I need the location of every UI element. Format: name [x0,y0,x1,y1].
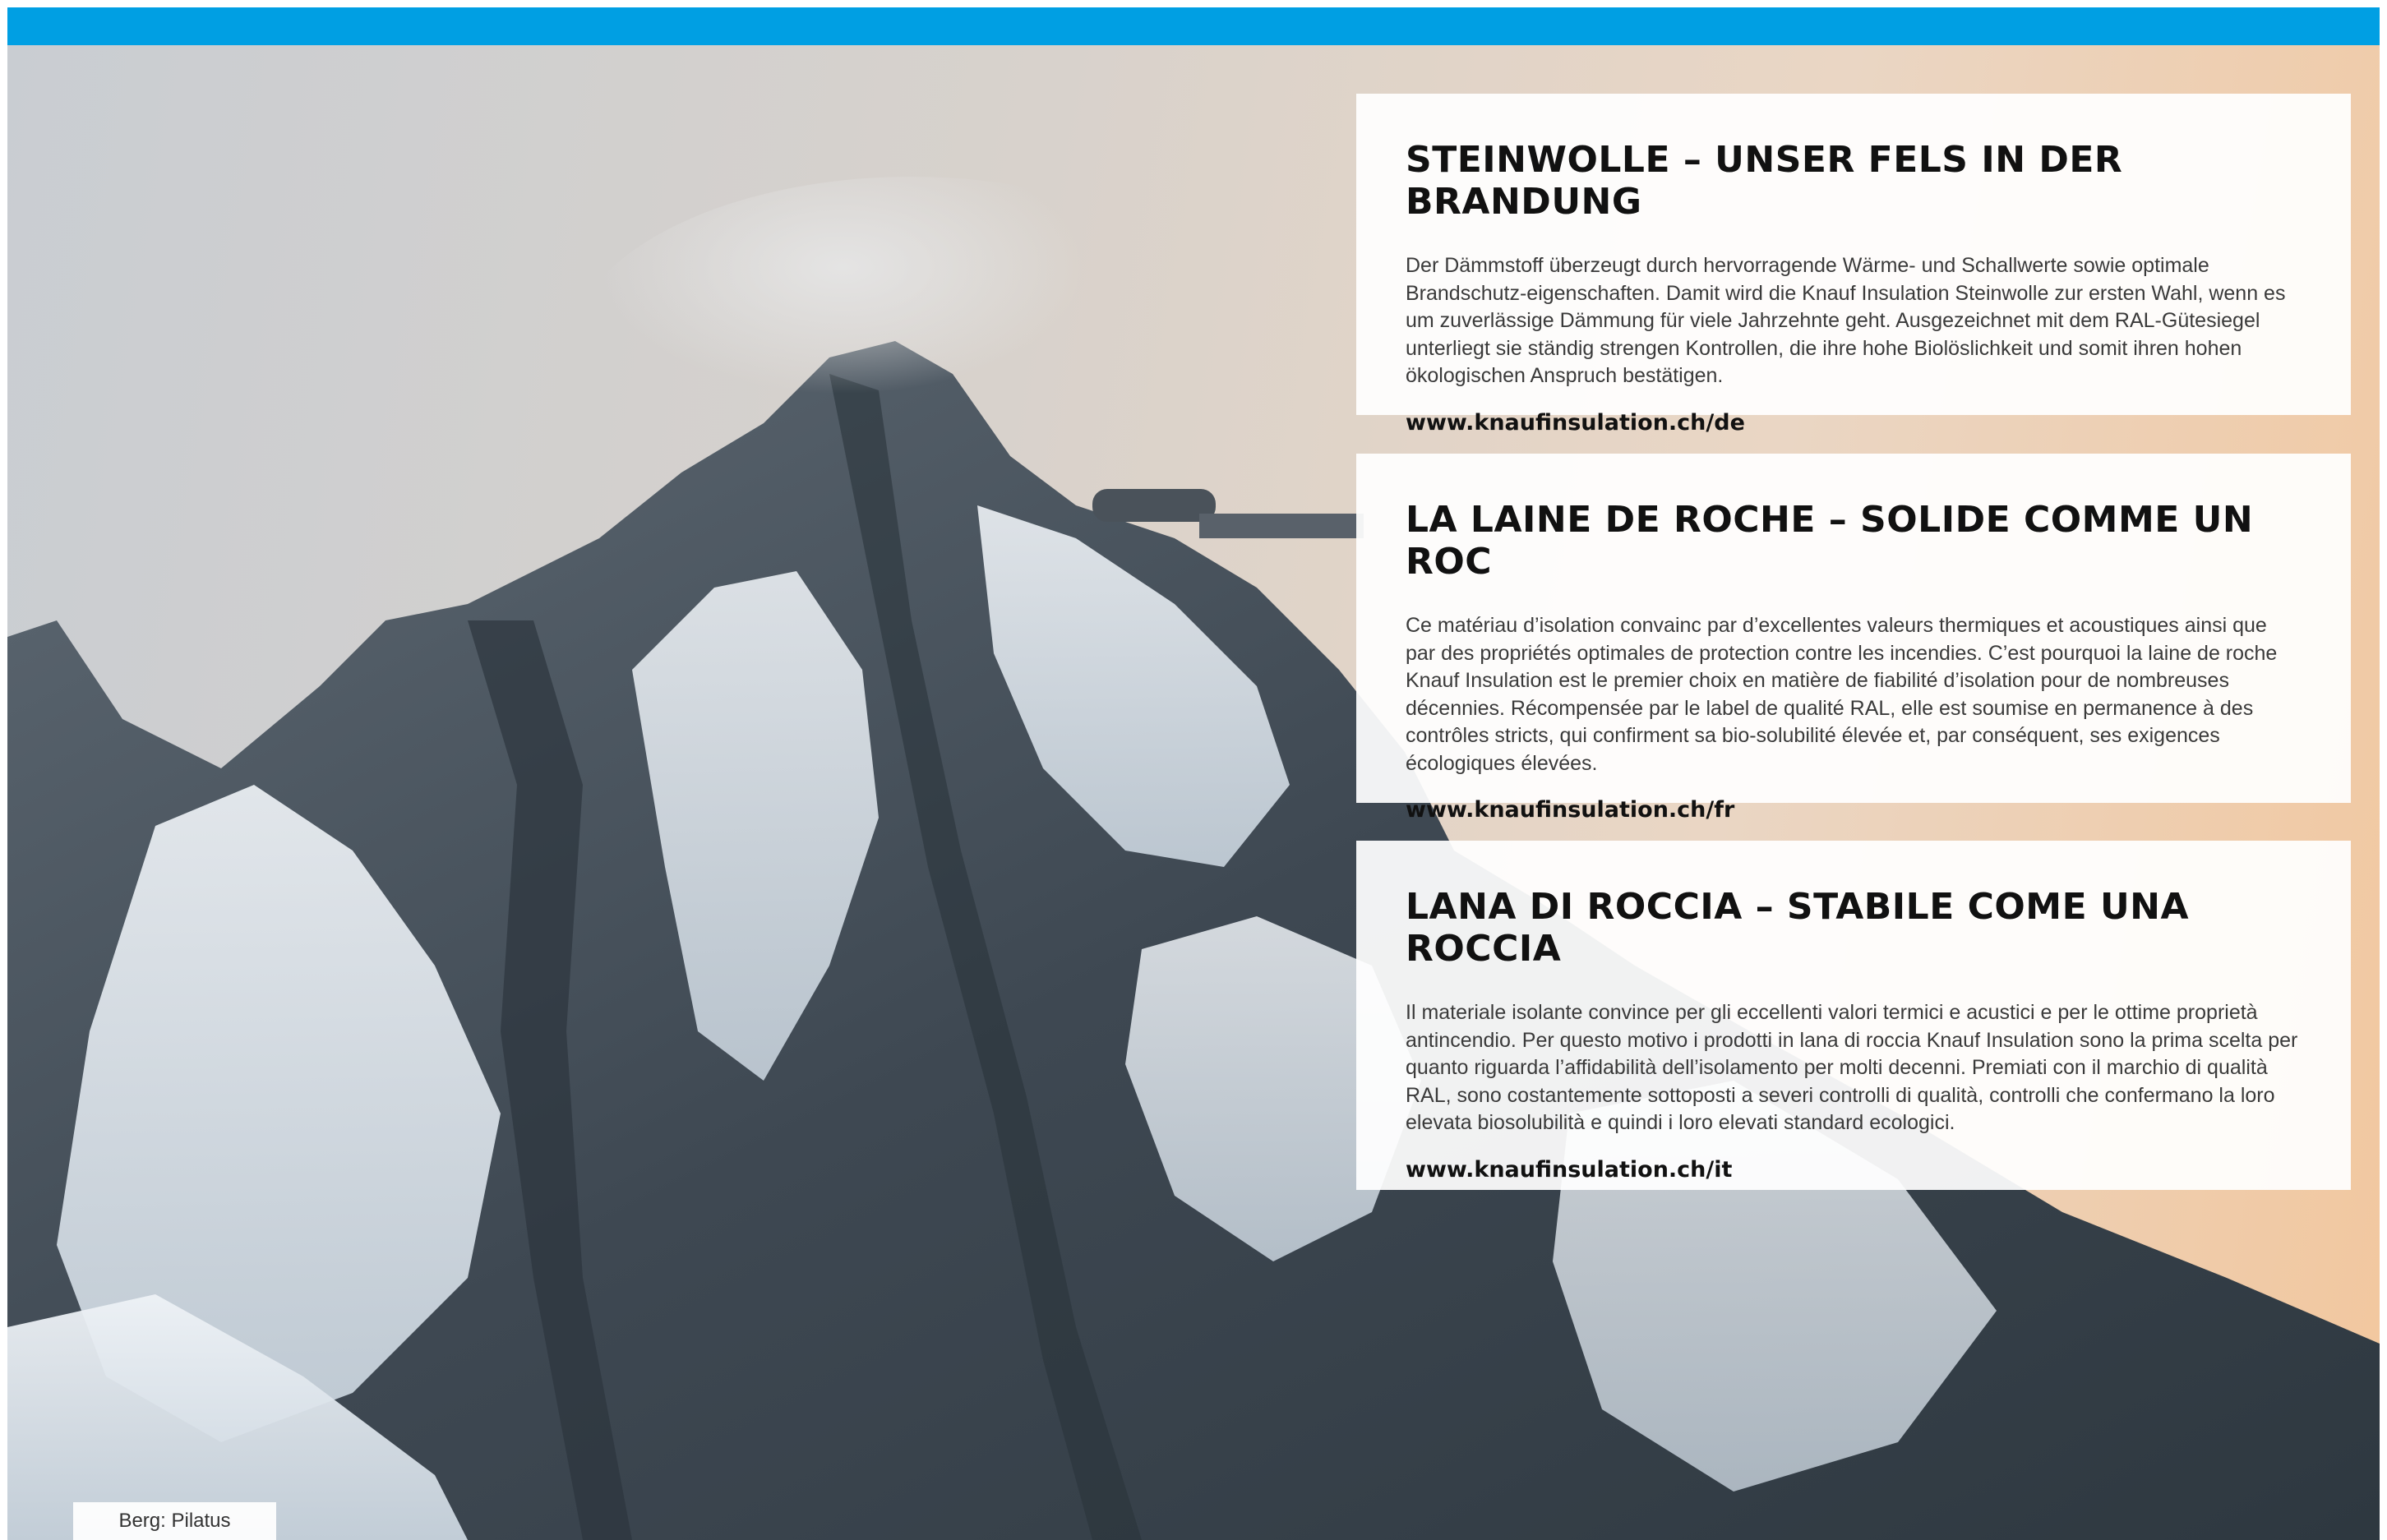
brochure-page: STEINWOLLE – UNSER FELS IN DER BRANDUNG … [7,7,2380,1540]
section-body: Il materiale isolante convince per gli e… [1406,1001,2298,1135]
website-link-fr[interactable]: www.knaufinsulation.ch/fr [1406,797,1734,823]
section-title: LANA DI ROCCIA – STABILE COME UNA ROCCIA [1406,886,2190,970]
brand-color-bar [7,7,2380,45]
section-card-it: LANA DI ROCCIA – STABILE COME UNA ROCCIA… [1356,841,2351,1190]
website-link-it[interactable]: www.knaufinsulation.ch/it [1406,1157,1732,1183]
section-body: Der Dämmstoff überzeugt durch hervorrage… [1406,254,2286,388]
photo-caption: Berg: Pilatus [73,1502,276,1540]
section-title: LA LAINE DE ROCHE – SOLIDE COMME UN ROC [1406,499,2254,583]
section-card-de: STEINWOLLE – UNSER FELS IN DER BRANDUNG … [1356,94,2351,436]
section-body: Ce matériau d’isolation convainc par d’e… [1406,614,2278,775]
section-title: STEINWOLLE – UNSER FELS IN DER BRANDUNG [1406,139,2123,223]
website-link-de[interactable]: www.knaufinsulation.ch/de [1406,410,1745,436]
section-card-fr: LA LAINE DE ROCHE – SOLIDE COMME UN ROC … [1356,454,2351,823]
